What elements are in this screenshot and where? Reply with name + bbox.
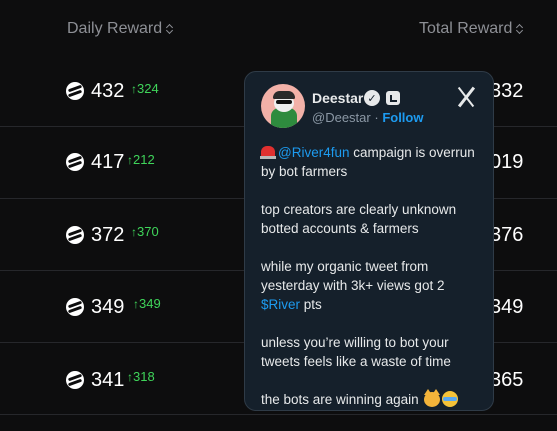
separator-dot: · [374, 110, 379, 125]
river-coin-icon [66, 298, 84, 316]
reward-delta: ↑212 [127, 152, 155, 167]
tweet-text: the bots are winning again [261, 392, 419, 407]
x-logo-icon[interactable] [455, 86, 477, 108]
crying-emoji-icon [442, 391, 459, 407]
daily-reward-value: 432 [91, 80, 125, 102]
reward-delta-value: 370 [137, 224, 159, 239]
avatar-cap [273, 91, 295, 99]
daily-reward-value: 341 [91, 369, 125, 391]
reward-delta-value: 349 [139, 296, 161, 311]
tweet-paragraph: @River4fun campaign is overrun by bot fa… [260, 143, 483, 181]
sort-icon[interactable] [166, 22, 175, 36]
reward-delta-value: 324 [137, 81, 159, 96]
reward-delta-value: 318 [133, 369, 155, 384]
tweet-body: @River4fun campaign is overrun by bot fa… [260, 143, 483, 410]
daily-reward-value: 349 [91, 296, 125, 318]
tweet-author-handle[interactable]: @Deestar [312, 110, 371, 125]
tweet-paragraph: while my organic tweet from yesterday wi… [261, 257, 483, 314]
cashtag-link[interactable]: $River [261, 297, 300, 312]
daily-reward-value: 417 [91, 151, 125, 173]
daily-reward-header[interactable]: Daily Reward [67, 20, 175, 38]
leaderboard-page: Daily Reward Total Reward 432 ↑324 332 4… [0, 0, 557, 431]
verified-badge-icon: ✓ [364, 90, 380, 106]
mention-link[interactable]: @River4fun [278, 145, 349, 160]
tweet-paragraph: the bots are winning again [261, 389, 483, 409]
river-coin-icon [66, 226, 84, 244]
river-coin-icon [66, 153, 84, 171]
reward-delta-value: 212 [133, 152, 155, 167]
tweet-paragraph: top creators are clearly unknown botted … [261, 202, 457, 236]
sort-icon[interactable] [516, 22, 525, 36]
follow-button[interactable]: Follow [382, 110, 423, 125]
cat-emoji-icon [424, 389, 441, 407]
total-reward-value: 019 [490, 151, 524, 173]
avatar[interactable] [261, 84, 305, 128]
river-coin-icon [66, 82, 84, 100]
total-reward-header-label: Total Reward [419, 20, 513, 37]
river-coin-icon [66, 371, 84, 389]
tweet-paragraph: unless you’re willing to bot your tweets… [261, 335, 451, 369]
siren-emoji-icon [260, 146, 276, 159]
tweet-author-handle-line: @Deestar · Follow [312, 110, 423, 125]
daily-reward-value: 372 [91, 224, 125, 246]
tweet-text: while my organic tweet from yesterday wi… [261, 259, 445, 293]
daily-reward-header-label: Daily Reward [67, 20, 163, 37]
reward-delta: ↑349 [133, 296, 161, 311]
total-reward-value: 376 [490, 224, 524, 246]
total-reward-value: 349 [490, 296, 524, 318]
reward-delta: ↑370 [131, 224, 159, 239]
reward-delta: ↑318 [127, 369, 155, 384]
total-reward-header[interactable]: Total Reward [419, 20, 525, 38]
total-reward-value: 332 [490, 80, 524, 102]
tweet-author-name[interactable]: Deestar [312, 90, 363, 106]
avatar-shades [276, 100, 292, 104]
total-reward-value: 365 [490, 369, 524, 391]
tweet-hover-card[interactable]: Deestar ✓ @Deestar · Follow @River4fun c… [244, 71, 494, 411]
reward-delta: ↑324 [131, 81, 159, 96]
affiliate-badge-icon [386, 91, 400, 105]
tweet-text: pts [300, 297, 322, 312]
